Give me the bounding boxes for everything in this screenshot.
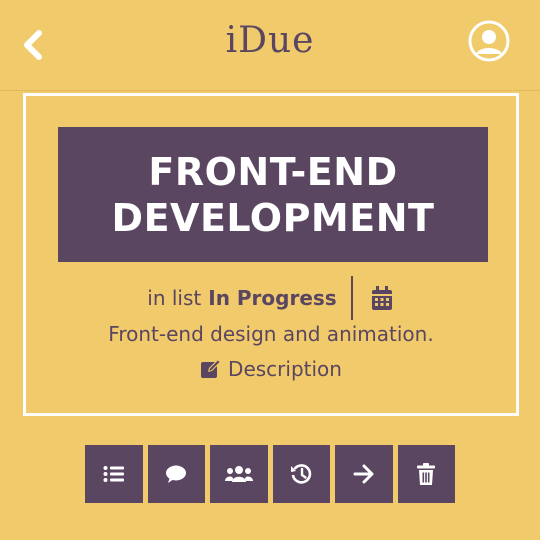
list-label: in list — [147, 286, 202, 310]
comments-button[interactable] — [147, 445, 205, 503]
checklist-icon — [103, 466, 124, 482]
app-logo: iDue — [225, 20, 315, 61]
comment-icon — [166, 465, 187, 483]
edit-icon — [201, 359, 222, 378]
members-button[interactable] — [210, 445, 268, 503]
members-icon — [224, 466, 253, 482]
trash-icon — [417, 463, 436, 485]
profile-button[interactable] — [468, 20, 510, 62]
edit-description-button[interactable]: Description — [26, 354, 516, 384]
history-button[interactable] — [272, 445, 330, 503]
task-title: FRONT-END DEVELOPMENT — [58, 127, 488, 262]
history-icon — [291, 464, 312, 484]
move-button[interactable] — [335, 445, 393, 503]
header: iDue — [0, 0, 540, 91]
description-link-label: Description — [228, 357, 342, 381]
task-card: FRONT-END DEVELOPMENT in list In Progres… — [23, 93, 519, 416]
delete-button[interactable] — [397, 445, 455, 503]
action-toolbar — [85, 445, 455, 503]
user-avatar-icon — [468, 20, 510, 62]
checklist-button[interactable] — [85, 445, 143, 503]
divider — [350, 276, 353, 320]
move-arrow-icon — [353, 464, 374, 484]
task-description: Front-end design and animation. — [108, 322, 434, 346]
list-info: in list In Progress — [26, 276, 516, 320]
list-name: In Progress — [208, 286, 337, 310]
due-date-button[interactable] — [371, 285, 395, 311]
calendar-icon — [371, 285, 392, 310]
